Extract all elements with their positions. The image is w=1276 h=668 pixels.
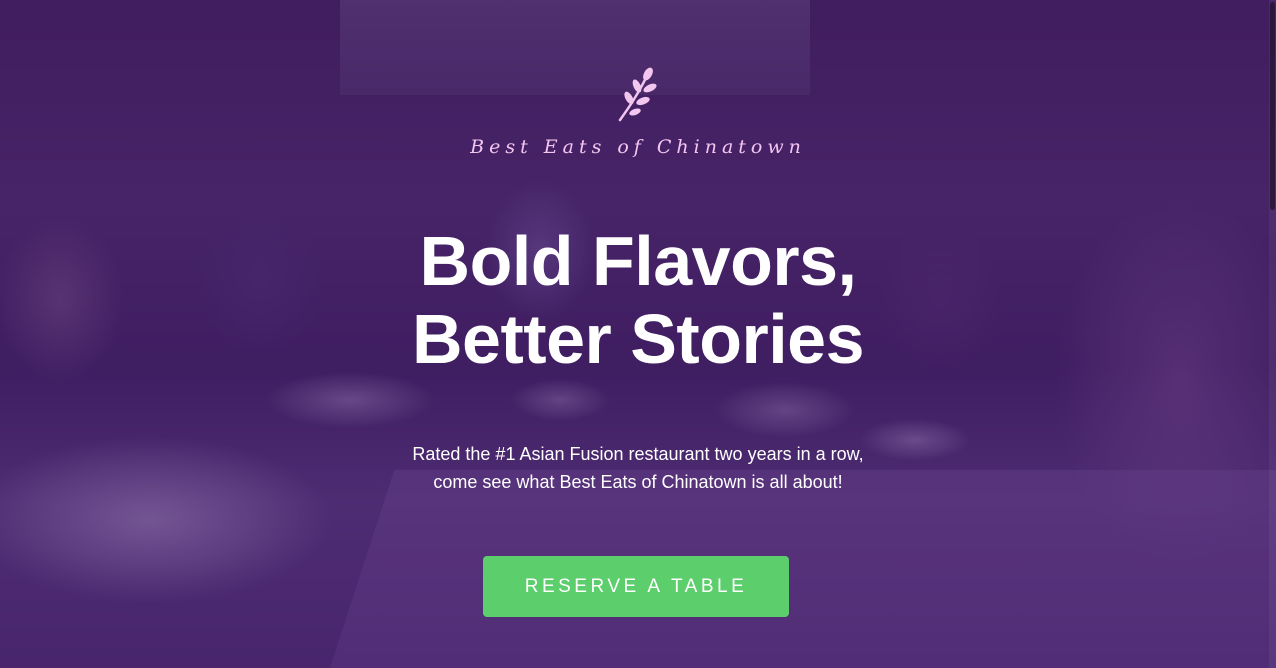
hero-section: Best Eats of Chinatown Bold Flavors, Bet… [0, 0, 1276, 668]
headline-line-2: Better Stories [411, 300, 865, 378]
brand-name[interactable]: Best Eats of Chinatown [0, 136, 1276, 158]
reserve-table-button[interactable]: RESERVE A TABLE [483, 556, 789, 617]
tagline-line-1: Rated the #1 Asian Fusion restaurant two… [412, 444, 864, 464]
hero-content: Best Eats of Chinatown Bold Flavors, Bet… [0, 0, 1276, 668]
scrollbar-thumb[interactable] [1270, 2, 1275, 210]
page-scrollbar[interactable] [1269, 0, 1276, 668]
hero-tagline: Rated the #1 Asian Fusion restaurant two… [0, 440, 1276, 496]
tagline-line-2: come see what Best Eats of Chinatown is … [433, 472, 843, 492]
leaf-sprig-icon [618, 67, 657, 122]
hero-headline: Bold Flavors, Better Stories [0, 222, 1276, 378]
headline-line-1: Bold Flavors, [419, 222, 857, 300]
